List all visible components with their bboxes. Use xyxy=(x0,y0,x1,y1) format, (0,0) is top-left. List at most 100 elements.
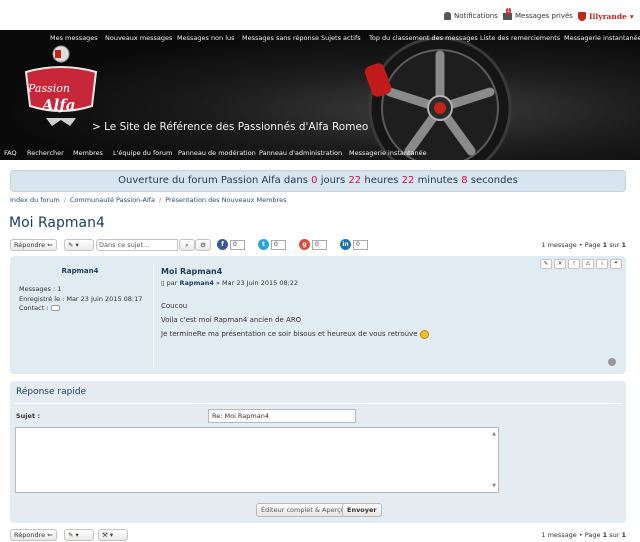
send-button[interactable]: Envoyer xyxy=(342,503,382,517)
breadcrumb-separator: / xyxy=(159,196,162,204)
nav-top-classement[interactable]: Top du classement des messages xyxy=(369,34,478,42)
topic-tools-button[interactable]: ✎ ▾ xyxy=(64,239,94,251)
share-count: 0 xyxy=(230,239,245,250)
reply-label: Répondre xyxy=(14,531,46,539)
pager-page: 1 xyxy=(602,531,608,539)
nav-messagerie-instantanee-2[interactable]: Messagerie instantanée xyxy=(349,149,427,157)
topic-actions-bottom: Répondre ⇐ ✎ ▾ ⚒ ▾ 1 message • Page 1 su… xyxy=(10,529,626,541)
wrench-icon: ✎ xyxy=(68,241,74,249)
quick-reply-panel: Réponse rapide Sujet : Re: Moi Rapman4 ▲… xyxy=(10,381,626,523)
scroll-up-icon[interactable]: ▲ xyxy=(492,431,496,437)
pager-total: 1 xyxy=(621,531,626,539)
reply-button-bottom[interactable]: Répondre ⇐ xyxy=(10,529,57,541)
share-count: 0 xyxy=(271,239,286,250)
share-twitter[interactable]: t 0 xyxy=(258,239,286,250)
breadcrumb-index[interactable]: Index du forum xyxy=(10,196,60,204)
share-count: 0 xyxy=(312,239,327,250)
reply-button[interactable]: Répondre ⇐ xyxy=(10,239,57,251)
nav-panneau-administration[interactable]: Panneau d'administration xyxy=(259,149,342,157)
post-title[interactable]: Moi Rapman4 xyxy=(161,267,222,276)
gear-icon: ⚙ xyxy=(200,241,206,249)
nav-sujets-actifs[interactable]: Sujets actifs xyxy=(321,34,361,42)
pagination-bottom: 1 message • Page 1 sur 1 xyxy=(541,531,626,539)
post-meta: ▯ par Rapman4 » Mar 23 Juin 2015 08:22 xyxy=(161,279,298,287)
post-author[interactable]: Rapman4 xyxy=(10,267,150,275)
nav-messages-sans-reponse[interactable]: Messages sans réponse xyxy=(242,34,319,42)
message-textarea[interactable]: ▲ ▼ xyxy=(15,427,499,493)
breadcrumb-communaute[interactable]: Communauté Passion-Alfa xyxy=(70,196,155,204)
notifications-link[interactable]: Notifications xyxy=(444,12,498,20)
nav-nouveaux-messages[interactable]: Nouveaux messages xyxy=(105,34,172,42)
nav-mes-messages[interactable]: Mes messages xyxy=(50,34,98,42)
breadcrumb-presentation[interactable]: Présentation des Nouveaux Membres xyxy=(165,196,286,204)
mod-tools-button[interactable]: ⚒ ▾ xyxy=(98,529,128,541)
profile-contact-row: Contact : xyxy=(19,304,142,314)
quote-icon[interactable]: ❝ xyxy=(610,259,622,269)
nav-rechercher[interactable]: Rechercher xyxy=(27,149,64,157)
chevron-down-icon: ▾ xyxy=(75,531,79,539)
nav-faq[interactable]: FAQ xyxy=(4,149,17,157)
user-menu[interactable]: Illyrande ▾ xyxy=(578,12,634,21)
post-line: Voila c'est moi Rapman4 ancien de ARO xyxy=(161,316,302,324)
post: Rapman4 Messages : 1 Enregistré le : Mar… xyxy=(10,256,626,374)
nav-messages-non-lus[interactable]: Messages non lus xyxy=(177,34,235,42)
private-messages-link[interactable]: 1 Messages privés xyxy=(503,7,573,20)
countdown-prefix: Ouverture du forum Passion Alfa dans xyxy=(118,175,308,186)
advanced-search-button[interactable]: ⚙ xyxy=(195,239,211,251)
nav-liste-remerciements[interactable]: Liste des remerciements xyxy=(480,34,560,42)
topic-search-input[interactable]: Dans ce sujet... xyxy=(96,239,178,251)
post-icon: ▯ xyxy=(161,279,165,287)
share-googleplus[interactable]: g 0 xyxy=(299,239,327,250)
main-nav: FAQ Rechercher Membres L'équipe du forum… xyxy=(0,149,640,159)
breadcrumb-separator: / xyxy=(63,196,66,204)
pager-prefix: 1 message • Page xyxy=(541,241,601,249)
search-button[interactable]: ⌕ xyxy=(179,239,195,251)
scroll-down-icon[interactable]: ▼ xyxy=(492,483,496,489)
post-profile: Messages : 1 Enregistré le : Mar 23 Juin… xyxy=(19,285,142,314)
delete-icon[interactable]: ✕ xyxy=(554,259,566,269)
edit-icon[interactable]: ✎ xyxy=(540,259,552,269)
chevron-down-icon: ▾ xyxy=(109,531,114,539)
nav-equipe-forum[interactable]: L'équipe du forum xyxy=(113,149,172,157)
countdown-days-label: jours xyxy=(320,175,346,186)
share-facebook[interactable]: f 0 xyxy=(217,239,245,250)
countdown-minutes-label: minutes xyxy=(417,175,459,186)
smiley-icon xyxy=(419,329,429,339)
bell-icon xyxy=(444,12,451,20)
pager-page: 1 xyxy=(602,241,608,249)
nav-membres[interactable]: Membres xyxy=(73,149,103,157)
contact-icon[interactable] xyxy=(50,305,60,311)
warn-icon[interactable]: ⚠ xyxy=(582,259,594,269)
top-notification-bar: Notifications 1 Messages privés Illyrand… xyxy=(0,0,640,30)
post-meta-author[interactable]: Rapman4 xyxy=(180,279,214,287)
linkedin-icon: in xyxy=(340,239,351,250)
top-nav: Mes messages Nouveaux messages Messages … xyxy=(0,34,640,46)
countdown-hours: 22 xyxy=(348,175,362,186)
topic-tools-button-bottom[interactable]: ✎ ▾ xyxy=(64,529,94,541)
nav-panneau-moderation[interactable]: Panneau de modération xyxy=(178,149,256,157)
topic-title[interactable]: Moi Rapman4 xyxy=(9,215,105,231)
post-meta-date: » Mar 23 Juin 2015 08:22 xyxy=(215,279,299,287)
subject-input[interactable]: Re: Moi Rapman4 xyxy=(208,409,356,423)
info-icon[interactable]: i xyxy=(596,259,608,269)
googleplus-icon: g xyxy=(299,239,310,250)
share-linkedin[interactable]: in 0 xyxy=(340,239,368,250)
site-header: Passion Alfa Mes messages Nouveaux messa… xyxy=(0,30,640,160)
profile-registered: Enregistré le : Mar 23 Juin 2015 08:17 xyxy=(19,294,143,303)
countdown-seconds-label: secondes xyxy=(470,175,518,186)
private-messages-label: Messages privés xyxy=(515,12,573,20)
post-gear-icon[interactable] xyxy=(608,358,616,366)
countdown-hours-label: heures xyxy=(364,175,399,186)
full-editor-button[interactable]: Éditeur complet & Aperçu xyxy=(256,503,350,517)
report-icon[interactable]: ! xyxy=(568,259,580,269)
nav-messagerie-instantanee[interactable]: Messagerie instantanée xyxy=(564,34,640,42)
reply-icon: ⇐ xyxy=(47,241,53,249)
hammer-icon: ⚒ xyxy=(102,531,108,539)
countdown-banner: Ouverture du forum Passion Alfa dans 0 j… xyxy=(10,170,626,192)
wrench-icon: ✎ xyxy=(68,531,74,539)
countdown-minutes: 22 xyxy=(401,175,415,186)
quick-reply-divider xyxy=(14,403,622,404)
share-count: 0 xyxy=(353,239,368,250)
countdown-seconds: 8 xyxy=(461,175,468,186)
quick-reply-title: Réponse rapide xyxy=(16,387,87,397)
